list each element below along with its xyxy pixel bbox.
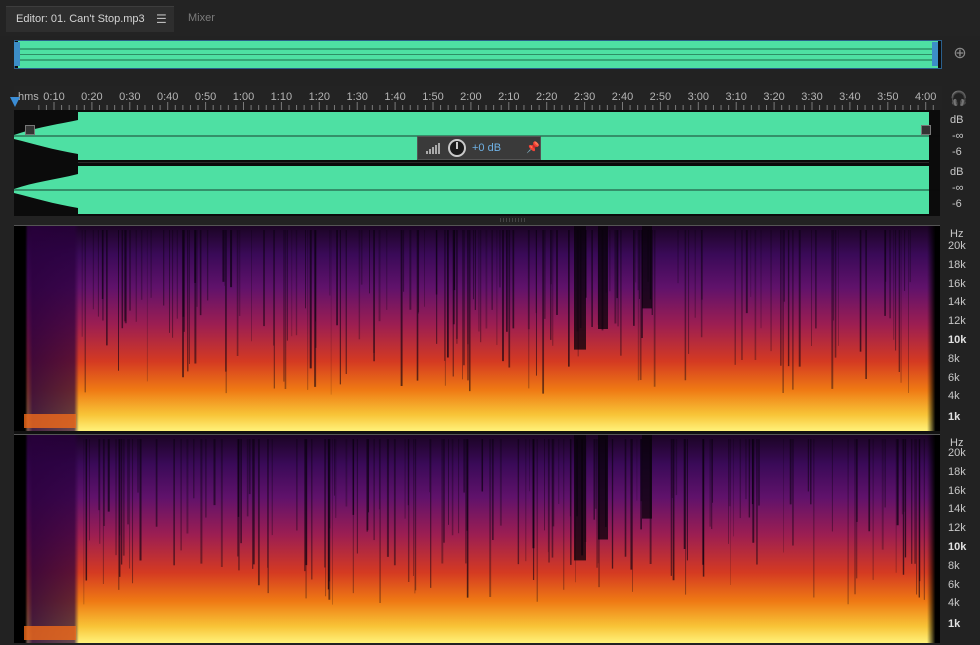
ruler-tick-label: 3:30: [801, 91, 823, 103]
ruler-tick-label: 3:20: [763, 91, 785, 103]
ruler-tick-label: 1:30: [346, 91, 368, 103]
hz-scale-label: 20k: [948, 447, 966, 459]
ruler-tick-label: 0:50: [194, 91, 217, 103]
headphones-icon[interactable]: 🎧: [950, 90, 968, 106]
hz-scale-label: 1k: [948, 618, 961, 630]
hz-scale-label: 1k: [948, 411, 961, 423]
spectral-gap: [574, 435, 586, 561]
hz-scale-label: 16k: [948, 484, 966, 497]
ruler-tick-label: 0:20: [81, 91, 103, 103]
pin-icon[interactable]: 📌: [526, 141, 540, 154]
ruler-tick-label: 0:30: [119, 91, 141, 103]
hz-scale-label: 18k: [948, 465, 966, 478]
spectral-gap: [642, 435, 652, 519]
ruler-unit-label: hms: [18, 91, 39, 103]
ruler-tick-label: 1:50: [422, 91, 444, 103]
hz-scale-label: 8k: [948, 352, 960, 365]
db-unit-ch1: dB: [950, 114, 964, 126]
spectral-gap: [598, 435, 608, 540]
hz-scale-label: 18k: [948, 258, 966, 271]
spectral-gap: [642, 226, 652, 309]
hz-scale-label: 16k: [948, 277, 966, 290]
ruler-tick-label: 2:10: [498, 91, 520, 103]
ruler-tick-label: 3:50: [877, 91, 899, 103]
spectral-streaks-ch1: [24, 226, 911, 428]
tab-editor-label: Editor: 01. Can't Stop.mp3: [16, 13, 145, 25]
hz-scale-label: 12k: [948, 315, 966, 328]
tab-editor[interactable]: Editor: 01. Can't Stop.mp3 ☰: [6, 6, 174, 32]
tab-mixer[interactable]: Mixer: [176, 6, 236, 32]
db-mark-6-ch2: -6: [952, 198, 962, 210]
db-unit-ch2: dB: [950, 166, 964, 178]
ruler-tick-label: 2:40: [611, 91, 634, 103]
ruler-tick-label: 3:10: [725, 91, 747, 103]
volume-value[interactable]: +0 dB: [472, 142, 501, 154]
db-mark-inf-ch1: -∞: [952, 130, 964, 142]
ruler-tick-label: 0:40: [156, 91, 179, 103]
db-mark-6-ch1: -6: [952, 146, 962, 158]
hz-scale-label: 12k: [948, 522, 966, 535]
hz-scale-label: 10k: [948, 334, 967, 346]
overview-left-handle[interactable]: [14, 42, 20, 66]
ruler-tick-label: 0:10: [43, 91, 65, 103]
spectral-gap: [598, 226, 608, 329]
tab-mixer-label: Mixer: [188, 12, 215, 24]
ruler-tick-label: 4:00: [914, 91, 937, 103]
ruler-tick-label: 2:00: [460, 91, 482, 103]
hz-unit-label: Hz: [950, 228, 964, 240]
level-meter-icon: [426, 143, 440, 154]
hz-scale-label: 14k: [948, 296, 966, 309]
hz-scale-label: 6k: [948, 371, 960, 384]
volume-knob-icon[interactable]: [448, 139, 466, 157]
ruler-tick-label: 3:40: [839, 91, 861, 103]
ruler-tick-label: 1:00: [232, 91, 255, 103]
ruler-tick-label: 1:20: [308, 91, 331, 103]
ruler-tick-label: 3:00: [687, 91, 710, 103]
ruler-tick-label: 2:20: [535, 91, 558, 103]
spectral-display-ch1[interactable]: [14, 225, 940, 431]
overview-right-handle[interactable]: [932, 42, 938, 66]
spectral-gap: [574, 226, 586, 350]
waveform-channels: [14, 112, 940, 214]
ruler-tick-label: 2:50: [649, 91, 672, 103]
zoom-navigator-icon[interactable]: ⊕: [950, 44, 970, 64]
spectral-display-ch2[interactable]: [14, 434, 940, 643]
hz-scale-label: 14k: [948, 503, 966, 516]
spectral-intro-band: [24, 414, 76, 428]
db-mark-inf-ch2: -∞: [952, 182, 964, 194]
hz-scale-label: 10k: [948, 541, 967, 553]
hz-scale-label: 20k: [948, 240, 966, 252]
spectral-streaks-ch2: [24, 435, 925, 640]
ruler-tick-label: 1:10: [270, 91, 293, 103]
hz-scale-label: 4k: [948, 390, 960, 403]
hz-scale-label: 8k: [948, 559, 960, 572]
hamburger-menu-icon[interactable]: ☰: [156, 12, 167, 26]
ruler-tick-label: 2:30: [573, 91, 596, 103]
resize-grip[interactable]: [498, 217, 528, 223]
hz-scale-label: 4k: [948, 597, 960, 610]
spectral-intro-band: [24, 626, 76, 640]
overview-visible-range[interactable]: [18, 41, 938, 68]
ruler-tick-label: 1:40: [384, 91, 406, 103]
fade-out-handle[interactable]: [921, 125, 931, 135]
fade-in-handle[interactable]: [25, 125, 35, 135]
volume-hud[interactable]: +0 dB 📌: [417, 136, 541, 160]
playhead-marker[interactable]: [10, 97, 20, 107]
hz-scale-label: 6k: [948, 578, 960, 591]
overview-waveform: [18, 48, 938, 61]
